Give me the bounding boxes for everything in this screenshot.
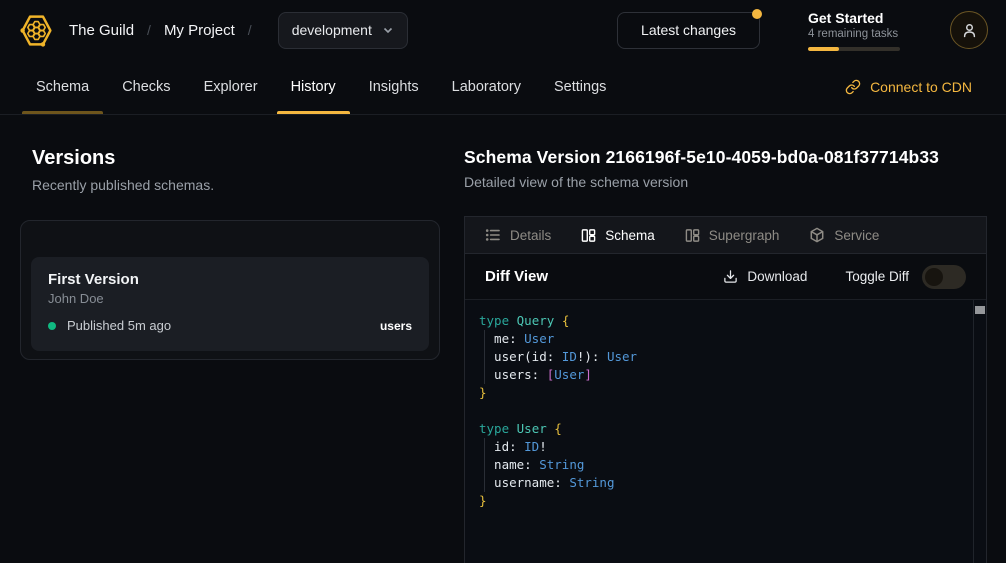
nav-tab-label: Explorer [204, 79, 258, 95]
detail-tab-strip: Details Schema Supergr [465, 216, 986, 254]
download-label: Download [747, 269, 807, 284]
schema-version-detail: Schema Version 2166196f-5e10-4059-bd0a-0… [464, 147, 987, 563]
main-nav: Schema Checks Explorer History Insights … [0, 60, 1006, 115]
version-list: First Version John Doe Published 5m ago … [20, 220, 440, 360]
tab-service[interactable]: Service [809, 227, 879, 243]
nav-tab-label: Laboratory [452, 79, 521, 95]
columns-icon [581, 228, 596, 243]
versions-subtitle: Recently published schemas. [32, 177, 464, 193]
schema-version-box: Details Schema Supergr [464, 216, 987, 563]
versions-title: Versions [32, 147, 464, 170]
code-scrollbar-thumb[interactable] [975, 306, 985, 314]
nav-tab-explorer[interactable]: Explorer [190, 60, 272, 114]
indent-guide [484, 330, 485, 384]
code-scrollbar[interactable] [973, 300, 986, 563]
person-icon [961, 22, 978, 39]
nav-tab-history[interactable]: History [277, 60, 350, 114]
user-avatar-button[interactable] [950, 11, 988, 49]
indent-guide [484, 438, 485, 492]
nav-tab-insights[interactable]: Insights [355, 60, 433, 114]
link-icon [845, 79, 861, 95]
tab-supergraph[interactable]: Supergraph [685, 228, 780, 243]
get-started-progress-fill [808, 47, 839, 51]
schema-version-subtitle: Detailed view of the schema version [464, 174, 987, 190]
tab-label: Service [834, 228, 879, 243]
get-started-title: Get Started [808, 10, 900, 26]
nav-tab-label: History [291, 79, 336, 95]
tab-label: Details [510, 228, 551, 243]
breadcrumb-separator: / [248, 22, 252, 38]
columns-icon [685, 228, 700, 243]
connect-to-cdn-label: Connect to CDN [870, 79, 972, 95]
diff-view-title: Diff View [485, 268, 548, 285]
nav-tab-label: Settings [554, 79, 606, 95]
tab-details[interactable]: Details [485, 227, 551, 243]
hive-logo-icon[interactable] [18, 12, 55, 49]
connect-to-cdn-link[interactable]: Connect to CDN [845, 79, 972, 95]
schema-code-viewer[interactable]: type Query { me: User user(id: ID!): Use… [465, 300, 986, 563]
version-status-row: Published 5m ago users [48, 318, 412, 333]
breadcrumb-separator: / [147, 22, 151, 38]
breadcrumb-org[interactable]: The Guild [69, 22, 134, 39]
nav-tab-checks[interactable]: Checks [108, 60, 184, 114]
app-header: The Guild / My Project / development Lat… [0, 0, 1006, 60]
latest-changes-button[interactable]: Latest changes [617, 12, 760, 49]
version-status: Published 5m ago [67, 318, 171, 333]
version-name: First Version [48, 271, 412, 288]
published-status-dot [48, 322, 56, 330]
get-started-widget[interactable]: Get Started 4 remaining tasks [808, 10, 900, 51]
toggle-diff-label: Toggle Diff [845, 269, 909, 284]
version-card[interactable]: First Version John Doe Published 5m ago … [31, 257, 429, 351]
cube-icon [809, 227, 825, 243]
download-button[interactable]: Download [723, 269, 807, 284]
nav-tab-label: Insights [369, 79, 419, 95]
tab-label: Supergraph [709, 228, 780, 243]
notification-dot [752, 9, 762, 19]
get-started-subtitle: 4 remaining tasks [808, 28, 900, 40]
breadcrumb-project[interactable]: My Project [164, 22, 235, 39]
version-author: John Doe [48, 291, 412, 306]
tab-schema[interactable]: Schema [581, 228, 655, 243]
latest-changes-label: Latest changes [641, 22, 736, 38]
nav-tab-schema[interactable]: Schema [22, 60, 103, 114]
nav-tab-laboratory[interactable]: Laboratory [438, 60, 535, 114]
nav-tab-settings[interactable]: Settings [540, 60, 620, 114]
schema-version-title: Schema Version 2166196f-5e10-4059-bd0a-0… [464, 147, 987, 168]
target-selector-value: development [292, 22, 372, 38]
code-content: type Query { me: User user(id: ID!): Use… [479, 312, 956, 510]
nav-tab-label: Checks [122, 79, 170, 95]
diff-view-bar: Diff View Download Toggle Diff [465, 254, 986, 300]
versions-panel: Versions Recently published schemas. Fir… [0, 147, 464, 563]
download-icon [723, 269, 738, 284]
nav-tab-label: Schema [36, 79, 89, 95]
tab-label: Schema [605, 228, 655, 243]
main-content: Versions Recently published schemas. Fir… [0, 115, 1006, 563]
get-started-progress-bar [808, 47, 900, 51]
toggle-diff-switch[interactable] [922, 265, 966, 289]
chevron-down-icon [382, 24, 394, 36]
list-icon [485, 227, 501, 243]
service-badge: users [380, 319, 412, 333]
target-selector-dropdown[interactable]: development [278, 12, 408, 49]
